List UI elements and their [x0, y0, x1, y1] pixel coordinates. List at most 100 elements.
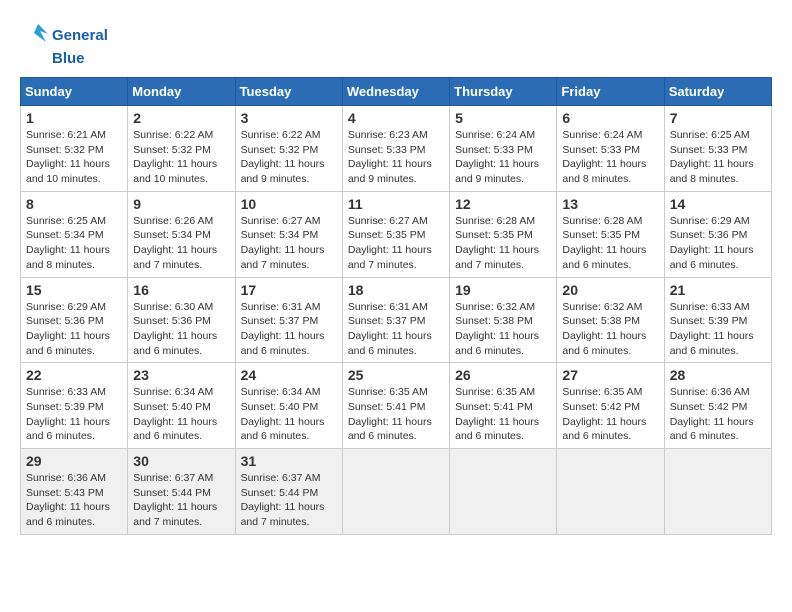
- calendar-header-sunday: Sunday: [21, 78, 128, 106]
- calendar-cell: 9 Sunrise: 6:26 AM Sunset: 5:34 PM Daylig…: [128, 191, 235, 277]
- day-info: Sunrise: 6:36 AM Sunset: 5:43 PM Dayligh…: [26, 471, 122, 530]
- day-info: Sunrise: 6:32 AM Sunset: 5:38 PM Dayligh…: [455, 300, 551, 359]
- day-info: Sunrise: 6:34 AM Sunset: 5:40 PM Dayligh…: [133, 385, 229, 444]
- day-info: Sunrise: 6:37 AM Sunset: 5:44 PM Dayligh…: [133, 471, 229, 530]
- day-number: 29: [26, 453, 122, 469]
- calendar-header-friday: Friday: [557, 78, 664, 106]
- calendar-cell: 5 Sunrise: 6:24 AM Sunset: 5:33 PM Daylig…: [450, 106, 557, 192]
- day-info: Sunrise: 6:37 AM Sunset: 5:44 PM Dayligh…: [241, 471, 337, 530]
- day-info: Sunrise: 6:33 AM Sunset: 5:39 PM Dayligh…: [670, 300, 766, 359]
- day-info: Sunrise: 6:31 AM Sunset: 5:37 PM Dayligh…: [241, 300, 337, 359]
- calendar-cell: 2 Sunrise: 6:22 AM Sunset: 5:32 PM Daylig…: [128, 106, 235, 192]
- day-number: 27: [562, 367, 658, 383]
- day-info: Sunrise: 6:24 AM Sunset: 5:33 PM Dayligh…: [562, 128, 658, 187]
- calendar-cell: [342, 449, 449, 535]
- day-info: Sunrise: 6:35 AM Sunset: 5:42 PM Dayligh…: [562, 385, 658, 444]
- calendar-cell: 28Sunrise: 6:36 AM Sunset: 5:42 PM Dayli…: [664, 363, 771, 449]
- calendar-cell: 11 Sunrise: 6:27 AM Sunset: 5:35 PM Dayli…: [342, 191, 449, 277]
- calendar-header-row: SundayMondayTuesdayWednesdayThursdayFrid…: [21, 78, 772, 106]
- day-number: 30: [133, 453, 229, 469]
- day-info: Sunrise: 6:31 AM Sunset: 5:37 PM Dayligh…: [348, 300, 444, 359]
- day-info: Sunrise: 6:33 AM Sunset: 5:39 PM Dayligh…: [26, 385, 122, 444]
- day-number: 2: [133, 110, 229, 126]
- calendar-week-row-3: 15 Sunrise: 6:29 AM Sunset: 5:36 PM Dayli…: [21, 277, 772, 363]
- day-info: Sunrise: 6:34 AM Sunset: 5:40 PM Dayligh…: [241, 385, 337, 444]
- day-number: 7: [670, 110, 766, 126]
- calendar-cell: [557, 449, 664, 535]
- calendar-cell: 10 Sunrise: 6:27 AM Sunset: 5:34 PM Dayli…: [235, 191, 342, 277]
- calendar-cell: 27 Sunrise: 6:35 AM Sunset: 5:42 PM Dayli…: [557, 363, 664, 449]
- day-number: 17: [241, 282, 337, 298]
- calendar-cell: 31Sunrise: 6:37 AM Sunset: 5:44 PM Dayli…: [235, 449, 342, 535]
- calendar-cell: 1Sunrise: 6:21 AM Sunset: 5:32 PM Daylig…: [21, 106, 128, 192]
- calendar-cell: 26 Sunrise: 6:35 AM Sunset: 5:41 PM Dayli…: [450, 363, 557, 449]
- day-number: 28: [670, 367, 766, 383]
- day-info: Sunrise: 6:28 AM Sunset: 5:35 PM Dayligh…: [562, 214, 658, 273]
- day-number: 11: [348, 196, 444, 212]
- calendar-cell: 18Sunrise: 6:31 AM Sunset: 5:37 PM Dayli…: [342, 277, 449, 363]
- calendar-cell: 14 Sunrise: 6:29 AM Sunset: 5:36 PM Dayli…: [664, 191, 771, 277]
- calendar-cell: [664, 449, 771, 535]
- calendar-cell: 23 Sunrise: 6:34 AM Sunset: 5:40 PM Dayli…: [128, 363, 235, 449]
- logo-blue: Blue: [52, 50, 85, 67]
- calendar-week-row-2: 8 Sunrise: 6:25 AM Sunset: 5:34 PM Daylig…: [21, 191, 772, 277]
- calendar-cell: 21 Sunrise: 6:33 AM Sunset: 5:39 PM Dayli…: [664, 277, 771, 363]
- day-number: 22: [26, 367, 122, 383]
- calendar-header-tuesday: Tuesday: [235, 78, 342, 106]
- logo-bird-icon: [20, 20, 50, 50]
- day-number: 16: [133, 282, 229, 298]
- day-number: 10: [241, 196, 337, 212]
- page-header: General Blue: [20, 20, 772, 67]
- day-info: Sunrise: 6:25 AM Sunset: 5:34 PM Dayligh…: [26, 214, 122, 273]
- day-info: Sunrise: 6:35 AM Sunset: 5:41 PM Dayligh…: [455, 385, 551, 444]
- calendar-cell: 25Sunrise: 6:35 AM Sunset: 5:41 PM Dayli…: [342, 363, 449, 449]
- calendar-header-saturday: Saturday: [664, 78, 771, 106]
- day-info: Sunrise: 6:22 AM Sunset: 5:32 PM Dayligh…: [241, 128, 337, 187]
- day-info: Sunrise: 6:29 AM Sunset: 5:36 PM Dayligh…: [26, 300, 122, 359]
- calendar-cell: 12 Sunrise: 6:28 AM Sunset: 5:35 PM Dayli…: [450, 191, 557, 277]
- day-number: 6: [562, 110, 658, 126]
- day-number: 15: [26, 282, 122, 298]
- calendar-cell: 30 Sunrise: 6:37 AM Sunset: 5:44 PM Dayli…: [128, 449, 235, 535]
- day-number: 8: [26, 196, 122, 212]
- day-info: Sunrise: 6:23 AM Sunset: 5:33 PM Dayligh…: [348, 128, 444, 187]
- day-number: 5: [455, 110, 551, 126]
- calendar-cell: 16Sunrise: 6:30 AM Sunset: 5:36 PM Dayli…: [128, 277, 235, 363]
- calendar-table: SundayMondayTuesdayWednesdayThursdayFrid…: [20, 77, 772, 535]
- calendar-cell: 13 Sunrise: 6:28 AM Sunset: 5:35 PM Dayli…: [557, 191, 664, 277]
- day-number: 13: [562, 196, 658, 212]
- logo: General Blue: [20, 20, 108, 67]
- calendar-cell: 22 Sunrise: 6:33 AM Sunset: 5:39 PM Dayli…: [21, 363, 128, 449]
- day-number: 9: [133, 196, 229, 212]
- day-number: 12: [455, 196, 551, 212]
- calendar-header-monday: Monday: [128, 78, 235, 106]
- day-number: 23: [133, 367, 229, 383]
- calendar-cell: 24Sunrise: 6:34 AM Sunset: 5:40 PM Dayli…: [235, 363, 342, 449]
- day-info: Sunrise: 6:27 AM Sunset: 5:35 PM Dayligh…: [348, 214, 444, 273]
- day-info: Sunrise: 6:29 AM Sunset: 5:36 PM Dayligh…: [670, 214, 766, 273]
- calendar-header-wednesday: Wednesday: [342, 78, 449, 106]
- day-info: Sunrise: 6:25 AM Sunset: 5:33 PM Dayligh…: [670, 128, 766, 187]
- day-info: Sunrise: 6:26 AM Sunset: 5:34 PM Dayligh…: [133, 214, 229, 273]
- calendar-cell: 17 Sunrise: 6:31 AM Sunset: 5:37 PM Dayli…: [235, 277, 342, 363]
- day-number: 19: [455, 282, 551, 298]
- calendar-cell: 3 Sunrise: 6:22 AM Sunset: 5:32 PM Daylig…: [235, 106, 342, 192]
- day-number: 26: [455, 367, 551, 383]
- calendar-cell: 20Sunrise: 6:32 AM Sunset: 5:38 PM Dayli…: [557, 277, 664, 363]
- calendar-cell: 15 Sunrise: 6:29 AM Sunset: 5:36 PM Dayli…: [21, 277, 128, 363]
- calendar-cell: [450, 449, 557, 535]
- calendar-cell: 7 Sunrise: 6:25 AM Sunset: 5:33 PM Daylig…: [664, 106, 771, 192]
- day-number: 20: [562, 282, 658, 298]
- calendar-cell: 8 Sunrise: 6:25 AM Sunset: 5:34 PM Daylig…: [21, 191, 128, 277]
- day-info: Sunrise: 6:28 AM Sunset: 5:35 PM Dayligh…: [455, 214, 551, 273]
- day-info: Sunrise: 6:27 AM Sunset: 5:34 PM Dayligh…: [241, 214, 337, 273]
- calendar-cell: 4Sunrise: 6:23 AM Sunset: 5:33 PM Daylig…: [342, 106, 449, 192]
- day-info: Sunrise: 6:35 AM Sunset: 5:41 PM Dayligh…: [348, 385, 444, 444]
- day-number: 14: [670, 196, 766, 212]
- day-number: 21: [670, 282, 766, 298]
- day-number: 3: [241, 110, 337, 126]
- day-info: Sunrise: 6:24 AM Sunset: 5:33 PM Dayligh…: [455, 128, 551, 187]
- day-number: 1: [26, 110, 122, 126]
- day-info: Sunrise: 6:22 AM Sunset: 5:32 PM Dayligh…: [133, 128, 229, 187]
- logo-general: General: [52, 27, 108, 44]
